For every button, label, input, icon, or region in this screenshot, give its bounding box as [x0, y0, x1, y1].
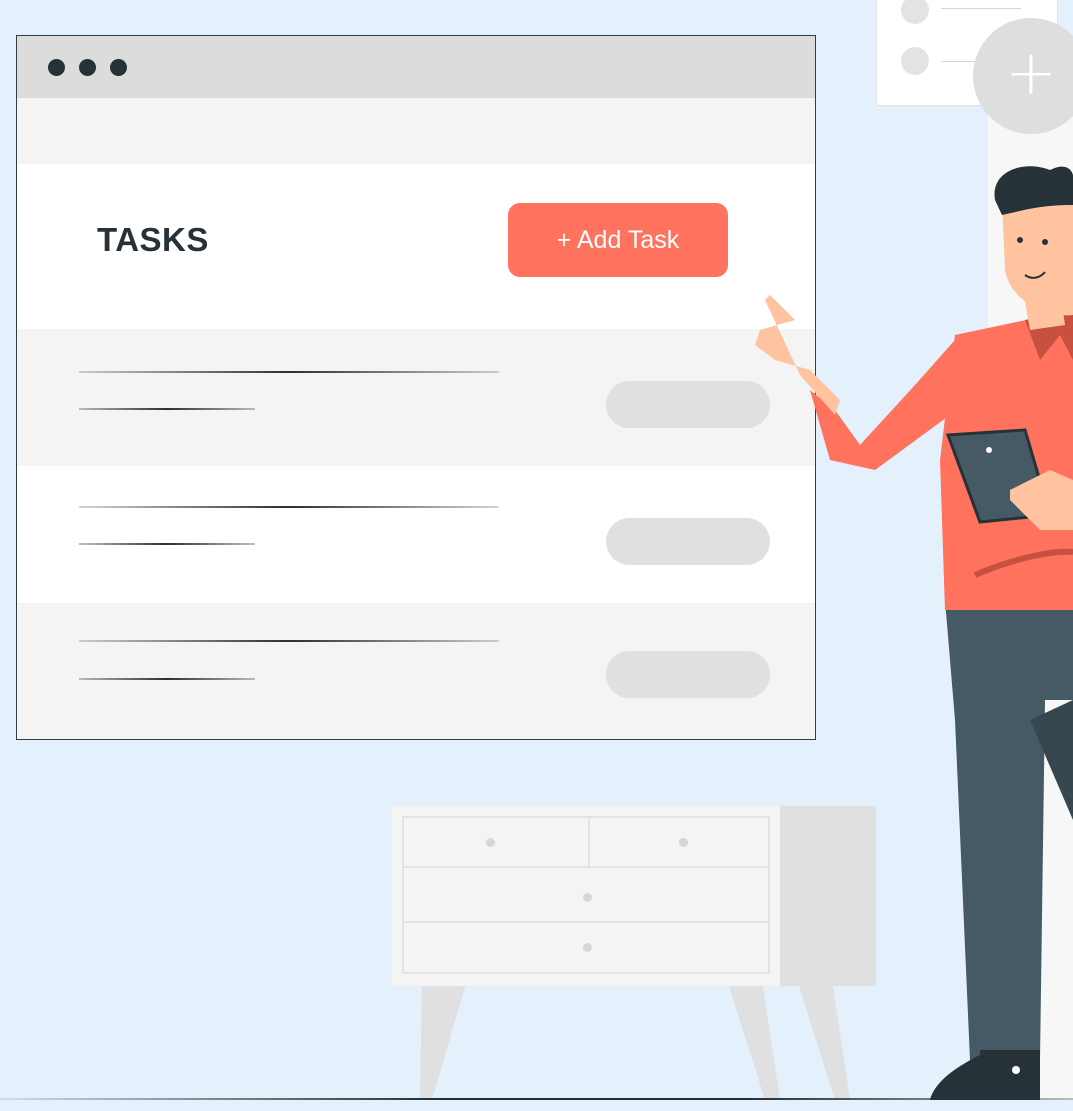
add-task-button[interactable]: + Add Task	[508, 203, 728, 277]
page-title: TASKS	[97, 221, 209, 258]
task-app-window: TASKS + Add Task	[16, 35, 816, 740]
task-title-placeholder	[79, 506, 499, 508]
list-line	[941, 8, 1021, 9]
task-title-placeholder	[79, 371, 499, 373]
floor-line	[0, 1098, 1073, 1100]
task-row[interactable]	[17, 466, 815, 603]
person-illustration	[755, 166, 1073, 1100]
window-dot-icon[interactable]	[79, 59, 96, 76]
window-titlebar	[17, 36, 815, 98]
task-row[interactable]	[17, 603, 815, 739]
window-dot-icon[interactable]	[48, 59, 65, 76]
task-title-placeholder	[79, 640, 499, 642]
list-bullet-icon	[901, 47, 929, 75]
task-row[interactable]	[17, 329, 815, 466]
tasks-header: TASKS + Add Task	[17, 164, 815, 329]
drawer-knob-icon	[486, 838, 495, 847]
list-bullet-icon	[901, 0, 929, 24]
window-dot-icon[interactable]	[110, 59, 127, 76]
drawer-knob-icon	[583, 893, 592, 902]
task-subtitle-placeholder	[79, 543, 255, 545]
task-subtitle-placeholder	[79, 678, 255, 680]
task-subtitle-placeholder	[79, 408, 255, 410]
toolbar-strip	[17, 98, 815, 164]
drawer-knob-icon	[679, 838, 688, 847]
dresser-drawers	[402, 816, 770, 974]
drawer-knob-icon	[583, 943, 592, 952]
plus-icon: +	[1005, 36, 1057, 109]
